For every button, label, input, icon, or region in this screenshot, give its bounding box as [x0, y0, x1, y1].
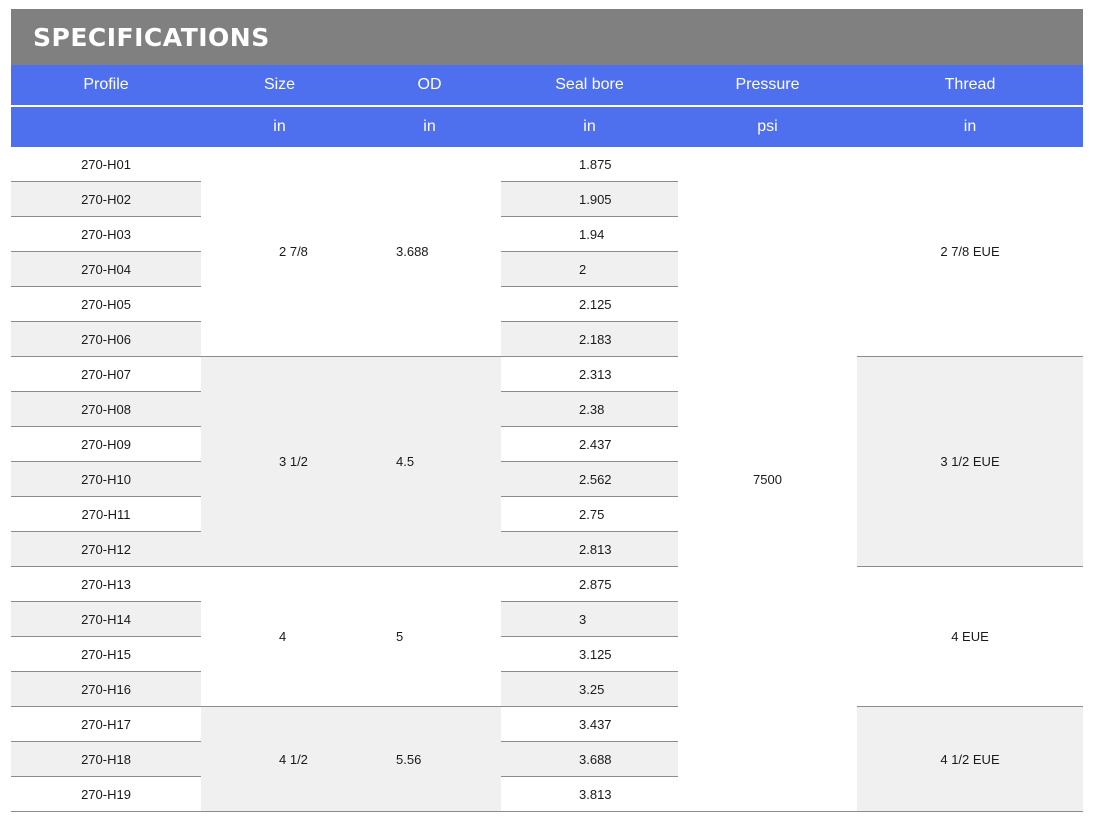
cell-seal-bore: 3: [501, 601, 678, 637]
table-row: 270-H13 4 5 2.875 4 EUE: [11, 566, 1083, 707]
cell-size: 4: [201, 566, 358, 707]
cell-profile: 270-H13: [11, 566, 201, 602]
cell-profile: 270-H17: [11, 706, 201, 742]
cell-seal-bore: 2: [501, 251, 678, 287]
cell-profile: 270-H04: [11, 251, 201, 287]
table-row: 270-H07 3 1/2 4.5 2.313 3 1/2 EUE: [11, 356, 1083, 567]
cell-seal-bore: 3.25: [501, 671, 678, 707]
units-row: in in in psi in: [11, 106, 1083, 147]
unit-od: in: [358, 106, 501, 147]
cell-profile: 270-H06: [11, 321, 201, 357]
specifications-table: Profile Size OD Seal bore Pressure Threa…: [11, 65, 1083, 812]
unit-seal-bore: in: [501, 106, 678, 147]
cell-profile: 270-H05: [11, 286, 201, 322]
header-od: OD: [358, 65, 501, 107]
cell-profile: 270-H07: [11, 356, 201, 392]
cell-od: 3.688: [358, 147, 501, 357]
cell-seal-bore: 2.875: [501, 566, 678, 602]
unit-pressure: psi: [678, 106, 857, 147]
cell-seal-bore: 3.437: [501, 706, 678, 742]
cell-seal-bore: 1.905: [501, 181, 678, 217]
header-size: Size: [201, 65, 358, 107]
cell-seal-bore: 2.38: [501, 391, 678, 427]
cell-thread: 2 7/8 EUE: [857, 147, 1083, 357]
cell-size: 3 1/2: [201, 356, 358, 567]
cell-profile: 270-H15: [11, 636, 201, 672]
header-pressure: Pressure: [678, 65, 857, 107]
cell-profile: 270-H19: [11, 776, 201, 812]
cell-profile: 270-H12: [11, 531, 201, 567]
cell-profile: 270-H03: [11, 216, 201, 252]
header-seal-bore: Seal bore: [501, 65, 678, 107]
cell-seal-bore: 2.183: [501, 321, 678, 357]
cell-seal-bore: 1.94: [501, 216, 678, 252]
table-row: 270-H17 4 1/2 5.56 3.437 4 1/2 EUE: [11, 706, 1083, 812]
table-row: 270-H01 2 7/8 3.688 1.875 7500 2 7/8 EUE: [11, 147, 1083, 812]
cell-thread: 4 1/2 EUE: [857, 706, 1083, 812]
cell-od: 5: [358, 566, 501, 707]
cell-seal-bore: 1.875: [501, 147, 678, 182]
specifications-panel: SPECIFICATIONS Profile Size OD Seal bore…: [11, 9, 1083, 812]
unit-size: in: [201, 106, 358, 147]
cell-size: 2 7/8: [201, 147, 358, 357]
cell-seal-bore: 2.125: [501, 286, 678, 322]
cell-od: 4.5: [358, 356, 501, 567]
cell-profile: 270-H08: [11, 391, 201, 427]
cell-profile: 270-H10: [11, 461, 201, 497]
header-profile: Profile: [11, 65, 201, 107]
cell-profile: 270-H02: [11, 181, 201, 217]
cell-pressure: 7500: [678, 147, 857, 812]
cell-od: 5.56: [358, 706, 501, 812]
unit-profile: [11, 106, 201, 147]
cell-profile: 270-H16: [11, 671, 201, 707]
cell-seal-bore: 2.813: [501, 531, 678, 567]
cell-profile: 270-H01: [11, 147, 201, 182]
table-body: 270-H01 2 7/8 3.688 1.875 7500 2 7/8 EUE 270-H…: [11, 147, 1083, 812]
cell-seal-bore: 3.688: [501, 741, 678, 777]
cell-profile: 270-H09: [11, 426, 201, 462]
cell-thread: 3 1/2 EUE: [857, 356, 1083, 567]
cell-profile: 270-H18: [11, 741, 201, 777]
cell-seal-bore: 2.313: [501, 356, 678, 392]
cell-seal-bore: 3.125: [501, 636, 678, 672]
cell-seal-bore: 2.437: [501, 426, 678, 462]
unit-thread: in: [857, 106, 1083, 147]
cell-profile: 270-H14: [11, 601, 201, 637]
header-row: Profile Size OD Seal bore Pressure Threa…: [11, 65, 1083, 107]
header-thread: Thread: [857, 65, 1083, 107]
section-title: SPECIFICATIONS: [11, 9, 1083, 65]
cell-seal-bore: 2.562: [501, 461, 678, 497]
cell-seal-bore: 2.75: [501, 496, 678, 532]
cell-thread: 4 EUE: [857, 566, 1083, 707]
cell-profile: 270-H11: [11, 496, 201, 532]
cell-size: 4 1/2: [201, 706, 358, 812]
cell-seal-bore: 3.813: [501, 776, 678, 812]
